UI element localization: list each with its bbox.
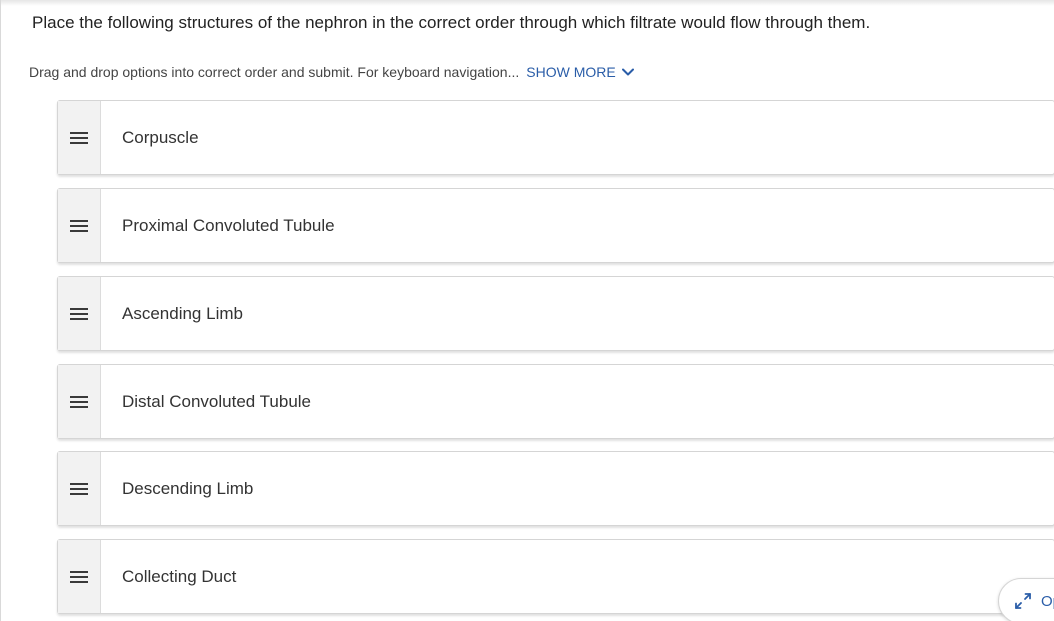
list-item-label: Proximal Convoluted Tubule	[122, 215, 335, 235]
open-button-label: Op	[1041, 592, 1054, 610]
drag-handle[interactable]	[58, 452, 101, 525]
drag-handle[interactable]	[58, 540, 101, 613]
list-item-label: Ascending Limb	[122, 303, 243, 323]
drag-handle[interactable]	[58, 101, 101, 174]
list-item[interactable]: Descending Limb	[57, 451, 1054, 526]
list-item[interactable]: Distal Convoluted Tubule	[57, 364, 1054, 439]
drag-handle-icon	[70, 131, 88, 144]
question-page: Place the following structures of the ne…	[0, 0, 1054, 621]
drag-handle-icon	[70, 570, 88, 583]
drag-handle[interactable]	[58, 277, 101, 350]
list-item-label: Corpuscle	[122, 127, 199, 147]
drag-handle[interactable]	[58, 189, 101, 262]
drag-handle-icon	[70, 395, 88, 408]
list-item-label: Distal Convoluted Tubule	[122, 391, 312, 411]
show-more-label: SHOW MORE	[526, 64, 616, 80]
question-text: Place the following structures of the ne…	[32, 13, 871, 32]
list-item[interactable]: Ascending Limb	[57, 276, 1054, 351]
list-item-label: Descending Limb	[122, 478, 254, 498]
instructions: Drag and drop options into correct order…	[29, 64, 634, 80]
drag-handle-icon	[70, 307, 88, 320]
instructions-text: Drag and drop options into correct order…	[29, 64, 520, 80]
drag-handle-icon	[70, 219, 88, 232]
list-item[interactable]: Corpuscle	[57, 100, 1054, 175]
expand-arrows-icon	[1015, 593, 1031, 609]
left-divider	[0, 0, 1, 621]
list-item-label: Collecting Duct	[122, 566, 237, 586]
list-item[interactable]: Proximal Convoluted Tubule	[57, 188, 1054, 263]
chevron-down-icon	[621, 68, 634, 76]
drag-handle-icon	[70, 482, 88, 495]
drag-handle[interactable]	[58, 365, 101, 438]
top-divider	[0, 0, 1054, 6]
open-expand-button[interactable]: Op	[998, 578, 1054, 621]
show-more-button[interactable]: SHOW MORE	[526, 64, 634, 80]
list-item[interactable]: Collecting Duct	[57, 539, 1054, 614]
